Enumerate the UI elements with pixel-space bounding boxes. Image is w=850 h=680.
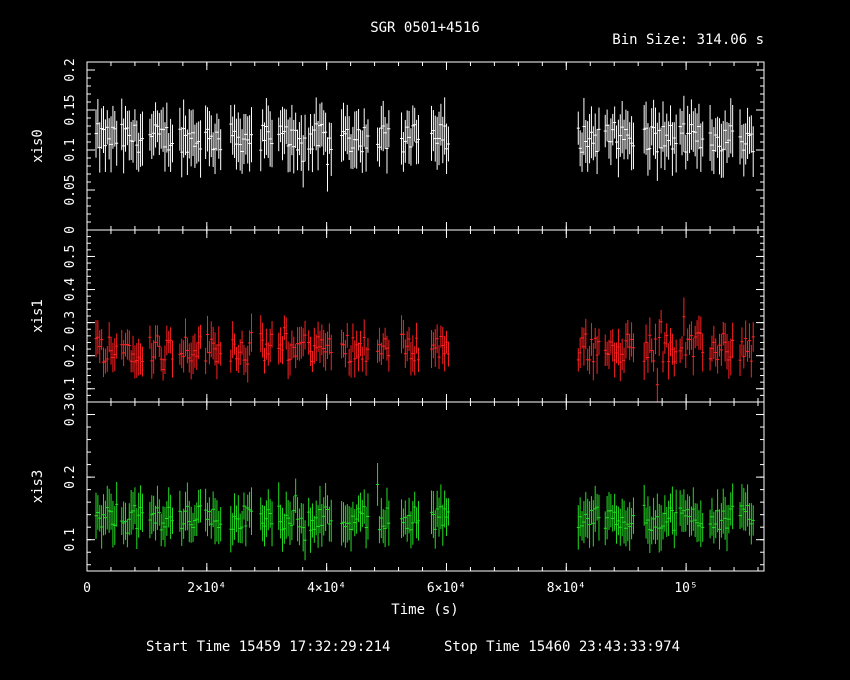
x-tick-label: 10⁵ [674, 581, 697, 596]
x-tick-label: 4×10⁴ [307, 581, 346, 596]
y-tick-label-xis3: 0.2 [63, 465, 78, 488]
y-tick-label-xis0: 0.15 [63, 94, 78, 125]
x-axis: 0 2×10⁴ 4×10⁴ 6×10⁴ 8×10⁴ 10⁵ [83, 581, 698, 596]
stop-time-label: Stop Time 15460 23:43:33:974 [444, 639, 680, 655]
series-xis3 [94, 463, 755, 561]
panel-xis1: 0.1 0.2 0.3 0.4 0.5 xis1 [30, 229, 765, 403]
bin-size-label: Bin Size: 314.06 s [612, 32, 764, 48]
y-tick-label-xis0: 0.05 [63, 174, 78, 205]
x-tick-label: 8×10⁴ [547, 581, 586, 596]
x-tick-label: 2×10⁴ [187, 581, 226, 596]
y-tick-label-xis0: 0 [63, 226, 78, 234]
y-tick-label-xis0: 0.2 [63, 58, 78, 81]
x-axis-label: Time (s) [391, 602, 458, 618]
y-tick-label-xis3: 0.3 [63, 403, 78, 426]
x-tick-label: 6×10⁴ [427, 581, 466, 596]
panel-xis0: 0 0.05 0.1 0.15 0.2 xis0 [30, 58, 765, 234]
y-axis-label-xis0: xis0 [30, 129, 46, 163]
panels-group: 00.050.10.150.2xis00.10.20.30.40.5xis10.… [30, 58, 765, 572]
y-tick-label-xis3: 0.1 [63, 528, 78, 551]
start-time-label: Start Time 15459 17:32:29:214 [146, 639, 390, 655]
series-xis1 [94, 297, 755, 402]
y-axis-label-xis1: xis1 [30, 299, 46, 333]
panel-xis3: 0.1 0.2 0.3 xis3 [30, 401, 765, 572]
chart-title: SGR 0501+4516 [370, 20, 480, 36]
y-tick-label-xis1: 0.2 [63, 344, 78, 367]
light-curve-chart: SGR 0501+4516 Bin Size: 314.06 s Time (s… [30, 20, 765, 655]
panel-frame-xis0 [86, 61, 765, 231]
x-tick-label: 0 [83, 581, 91, 596]
y-axis-label-xis3: xis3 [30, 470, 46, 504]
series-xis0 [94, 95, 755, 192]
y-tick-label-xis1: 0.1 [63, 377, 78, 400]
y-tick-label-xis1: 0.5 [63, 245, 78, 268]
y-tick-label-xis0: 0.1 [63, 138, 78, 161]
panel-frame-xis3 [86, 401, 765, 572]
y-tick-label-xis1: 0.4 [63, 278, 78, 302]
y-tick-label-xis1: 0.3 [63, 311, 78, 334]
panel-frame-xis1 [86, 229, 765, 403]
